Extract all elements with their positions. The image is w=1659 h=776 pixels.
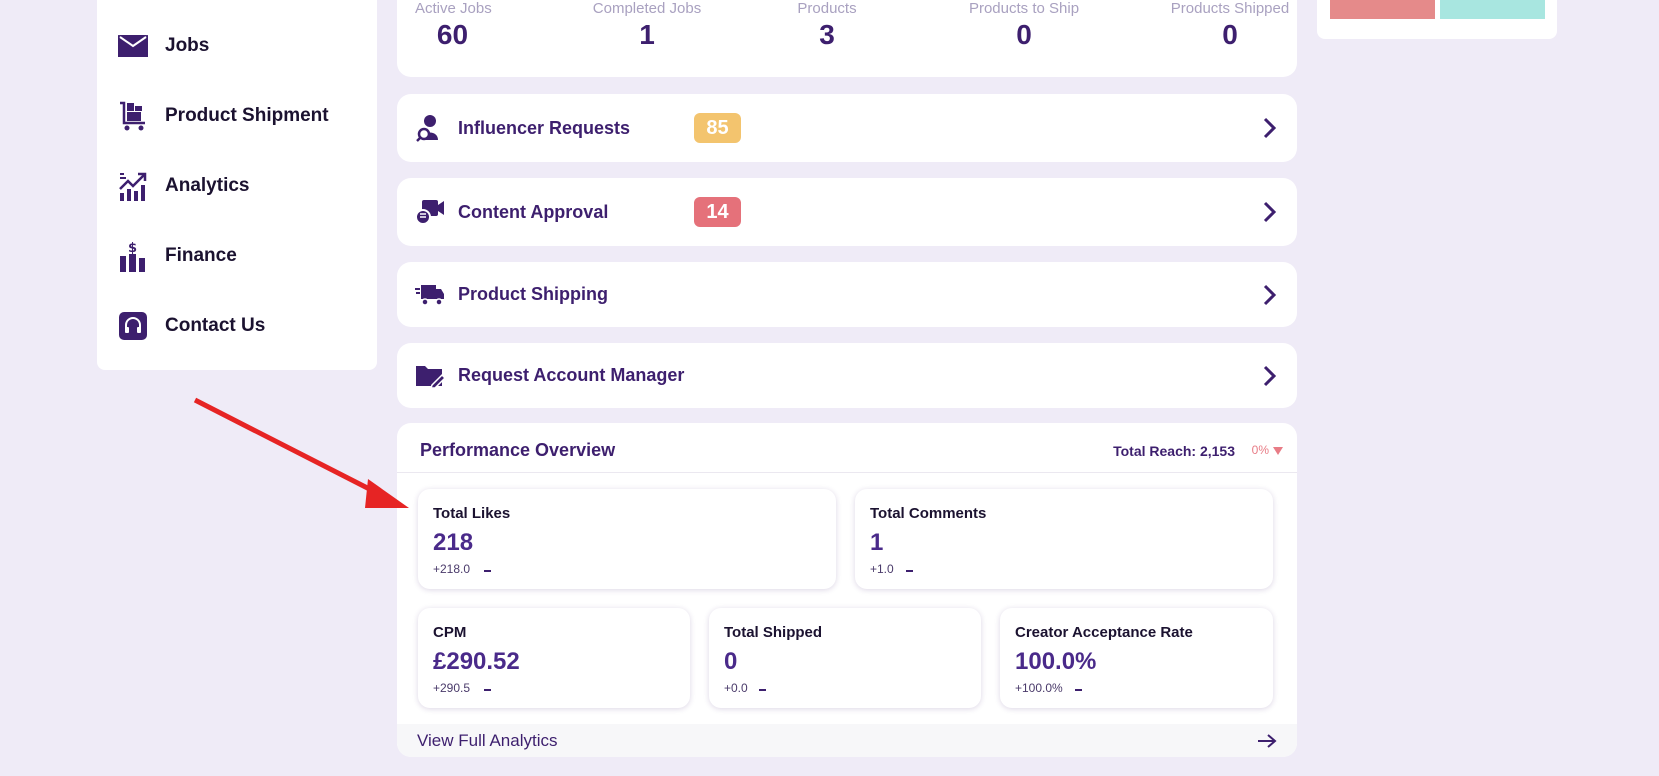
metric-label: Total Shipped <box>724 624 823 641</box>
metric-label: CPM <box>433 624 467 641</box>
cart-boxes-icon <box>117 100 149 132</box>
metric-value: 0 <box>724 648 738 675</box>
sidebar-item-label: Contact Us <box>165 315 266 336</box>
stat-value: 1 <box>639 19 655 50</box>
stat-value: 0 <box>1016 19 1032 50</box>
stat-value: 60 <box>436 19 469 50</box>
stat-label: Active Jobs <box>415 0 492 17</box>
row-label: Product Shipping <box>458 284 608 304</box>
envelope-icon <box>117 30 149 62</box>
metric-delta: +290.5 <box>433 681 471 695</box>
stat-active-jobs: Active Jobs 60 <box>415 0 492 51</box>
folder-edit-icon <box>415 361 445 391</box>
sidebar-item-label: Analytics <box>165 175 250 196</box>
stat-label: Products Shipped <box>1170 0 1290 17</box>
chevron-right-icon <box>1259 364 1279 388</box>
trend-dash-icon <box>906 570 913 572</box>
metric-delta: +100.0% <box>1015 681 1063 695</box>
sidebar-item-jobs[interactable]: Jobs <box>117 26 209 66</box>
metric-delta: +218.0 <box>433 562 471 576</box>
growth-chart-icon <box>117 170 149 202</box>
sidebar-item-label: Product Shipment <box>165 105 329 126</box>
sidebar-item-label: Jobs <box>165 35 210 56</box>
stat-label: Products <box>797 0 857 17</box>
metric-total-shipped: Total Shipped 0 +0.0 <box>709 608 981 708</box>
down-triangle-icon <box>1273 447 1283 455</box>
performance-title: Performance Overview <box>420 440 616 460</box>
sidebar-nav: Jobs Product Shipment Analytics $ Financ… <box>97 0 377 370</box>
row-label: Influencer Requests <box>458 117 631 138</box>
metric-creator-acceptance-rate: Creator Acceptance Rate 100.0% +100.0% <box>1000 608 1273 708</box>
chevron-right-icon <box>1259 200 1279 224</box>
view-full-analytics-link[interactable]: View Full Analytics <box>397 724 1297 757</box>
sidebar-item-analytics[interactable]: Analytics <box>117 166 249 206</box>
sidebar-item-label: Finance <box>165 245 237 266</box>
total-reach: Total Reach: 2,153 <box>1113 443 1235 459</box>
video-chat-icon <box>415 197 445 227</box>
metric-label: Total Likes <box>433 505 511 522</box>
promo-thumbnail[interactable] <box>1440 0 1545 19</box>
promo-card <box>1317 0 1557 39</box>
promo-thumbnail[interactable] <box>1330 0 1435 19</box>
stat-products-shipped: Products Shipped 0 <box>1159 0 1301 51</box>
metric-value: 1 <box>870 529 884 556</box>
trend-dash-icon <box>759 689 766 691</box>
trend-dash-icon <box>1075 689 1082 691</box>
stat-value: 0 <box>1222 19 1238 50</box>
metric-label: Creator Acceptance Rate <box>1015 624 1193 641</box>
performance-header: Performance Overview Total Reach: 2,153 … <box>397 423 1297 473</box>
metric-delta: +0.0 <box>724 681 748 695</box>
row-label: Content Approval <box>458 201 609 222</box>
user-search-icon <box>415 113 445 143</box>
delivery-truck-icon <box>415 280 445 310</box>
trend-dash-icon <box>484 689 491 691</box>
metric-cpm: CPM £290.52 +290.5 <box>418 608 690 708</box>
sidebar-item-contact-us[interactable]: Contact Us <box>117 306 265 346</box>
metric-label: Total Comments <box>870 505 987 522</box>
chevron-right-icon <box>1259 283 1279 307</box>
stat-label: Products to Ship <box>968 0 1080 17</box>
metric-total-likes: Total Likes 218 +218.0 <box>418 489 836 589</box>
svg-text:$: $ <box>128 241 137 256</box>
view-all-label: View Full Analytics <box>417 731 558 750</box>
chevron-right-icon <box>1259 116 1279 140</box>
influencer-requests-row[interactable]: Influencer Requests 85 <box>397 94 1297 162</box>
count-badge: 85 <box>694 113 741 143</box>
sidebar-item-finance[interactable]: $ Finance <box>117 236 237 276</box>
content-approval-row[interactable]: Content Approval 14 <box>397 178 1297 246</box>
stat-products: Products 3 <box>792 0 862 51</box>
request-account-manager-row[interactable]: Request Account Manager <box>397 343 1297 408</box>
metric-value: 100.0% <box>1015 648 1097 675</box>
headset-icon <box>117 310 149 342</box>
arrow-right-icon <box>1257 733 1277 749</box>
trend-dash-icon <box>484 570 491 572</box>
reach-change: 0% <box>1251 443 1269 457</box>
metric-delta: +1.0 <box>870 562 894 576</box>
row-label: Request Account Manager <box>458 365 685 385</box>
metric-total-comments: Total Comments 1 +1.0 <box>855 489 1273 589</box>
performance-overview-card: Performance Overview Total Reach: 2,153 … <box>397 423 1297 757</box>
metric-value: 218 <box>433 529 474 556</box>
stat-value: 3 <box>819 19 835 50</box>
product-shipping-row[interactable]: Product Shipping <box>397 262 1297 327</box>
sidebar-item-product-shipment[interactable]: Product Shipment <box>117 96 329 136</box>
stat-products-to-ship: Products to Ship 0 <box>954 0 1094 51</box>
stat-completed-jobs: Completed Jobs 1 <box>592 0 702 51</box>
stat-label: Completed Jobs <box>592 0 702 17</box>
metric-value: £290.52 <box>433 648 520 675</box>
count-badge: 14 <box>694 197 741 227</box>
stats-summary-card: Active Jobs 60 Completed Jobs 1 Products… <box>397 0 1297 77</box>
finance-bars-icon: $ <box>117 240 149 272</box>
